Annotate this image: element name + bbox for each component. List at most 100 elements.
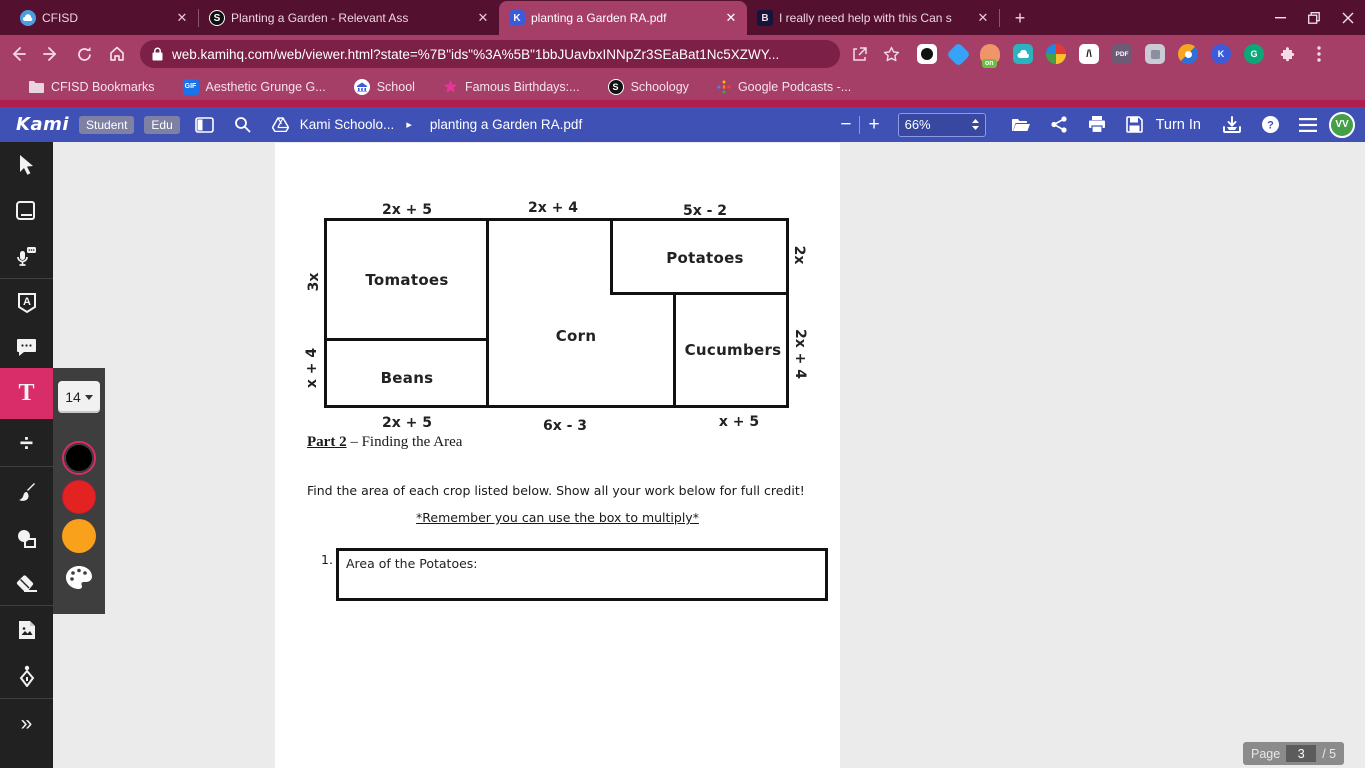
dim-bottom-right: x + 5: [718, 414, 760, 430]
back-button[interactable]: [3, 39, 33, 69]
crop-label-beans: Beans: [380, 369, 434, 387]
bookmark-aesthetic-grunge[interactable]: GIF Aesthetic Grunge G...: [182, 78, 326, 95]
new-tab-button[interactable]: +: [1006, 4, 1034, 32]
restore-button[interactable]: [1297, 0, 1331, 35]
diagram-line: [610, 292, 786, 295]
select-tool[interactable]: [0, 142, 53, 186]
reload-button[interactable]: [69, 39, 99, 69]
diagram-line: [610, 221, 613, 292]
equation-tool[interactable]: ÷: [0, 422, 53, 466]
kami-logo[interactable]: Kami: [16, 114, 69, 135]
dim-top-left: 2x + 5: [382, 202, 432, 218]
print-icon[interactable]: [1084, 112, 1110, 138]
extension-icon-on[interactable]: on: [980, 44, 1000, 68]
breadcrumb[interactable]: Kami Schoolo...: [300, 117, 395, 132]
tab-brainly[interactable]: B I really need help with this Can s ✕: [747, 1, 999, 35]
close-window-button[interactable]: [1331, 0, 1365, 35]
browser-menu-icon[interactable]: [1306, 41, 1332, 67]
sidebar-divider: [0, 278, 53, 279]
part2-label: Part 2: [307, 434, 347, 450]
page-total: / 5: [1322, 746, 1337, 761]
zoom-level-select[interactable]: 66%: [897, 112, 986, 137]
extension-icon-slash[interactable]: /\: [1079, 44, 1099, 64]
schoology-icon: S: [607, 78, 624, 95]
user-avatar[interactable]: VV: [1329, 111, 1355, 138]
bookmark-label: School: [376, 79, 415, 94]
tab-separator: [999, 9, 1000, 27]
tab-close-icon[interactable]: ✕: [174, 10, 190, 26]
question1-answer-box[interactable]: Area of the Potatoes:: [336, 548, 828, 601]
tab-cfisd[interactable]: CFISD ✕: [10, 1, 198, 35]
extension-icon-pdf[interactable]: PDF: [1112, 44, 1132, 64]
color-swatch-red[interactable]: [62, 480, 96, 514]
expand-tools-button[interactable]: »: [0, 702, 53, 746]
reminder-text: *Remember you can use the box to multipl…: [416, 510, 699, 525]
extension-icon-kami[interactable]: K: [1211, 44, 1231, 64]
zoom-in-button[interactable]: +: [860, 114, 887, 136]
open-file-icon[interactable]: [1008, 112, 1034, 138]
help-icon[interactable]: ?: [1257, 112, 1283, 138]
shapes-tool[interactable]: [0, 516, 53, 560]
tab-planting-garden-schoology[interactable]: S Planting a Garden - Relevant Ass ✕: [199, 1, 499, 35]
minimize-button[interactable]: [1263, 0, 1297, 35]
menu-icon[interactable]: [1295, 112, 1321, 138]
tab-garden-pdf-active[interactable]: K planting a Garden RA.pdf ✕: [499, 1, 747, 35]
turn-in-button[interactable]: Turn In: [1156, 117, 1201, 133]
page-number-input[interactable]: 3: [1286, 745, 1317, 762]
extension-icon-compass[interactable]: [1178, 44, 1198, 64]
share-icon[interactable]: [1046, 112, 1072, 138]
extension-icon-cloud[interactable]: [1013, 44, 1033, 64]
bookmark-famous-birthdays[interactable]: Famous Birthdays:...: [443, 79, 580, 94]
dim-bottom-left: 2x + 5: [382, 415, 432, 431]
bookmark-label: Aesthetic Grunge G...: [205, 79, 326, 94]
diagram-line: [327, 338, 486, 341]
eraser-tool[interactable]: [0, 562, 53, 606]
color-swatch-orange[interactable]: [62, 519, 96, 553]
tab-close-icon[interactable]: ✕: [723, 10, 739, 26]
bookmark-google-podcasts[interactable]: Google Podcasts -...: [717, 80, 851, 94]
text-to-speech-tool[interactable]: [0, 234, 53, 278]
tab-close-icon[interactable]: ✕: [975, 10, 991, 26]
extension-icon-mascot[interactable]: [917, 44, 937, 64]
chevron-down-icon: [84, 394, 93, 400]
browser-window: CFISD ✕ S Planting a Garden - Relevant A…: [0, 0, 1365, 768]
extension-icon-gray[interactable]: [1145, 44, 1165, 64]
dim-bottom-mid: 6x - 3: [542, 418, 588, 434]
bookmark-star-icon[interactable]: [878, 41, 904, 67]
cfisd-favicon-icon: [20, 10, 36, 26]
markup-tool[interactable]: A: [0, 281, 53, 325]
part2-heading: Part 2 – Finding the Area: [307, 434, 462, 451]
drawing-tool[interactable]: [0, 470, 53, 514]
open-in-new-icon[interactable]: [846, 41, 872, 67]
spinner-arrows-icon: [971, 119, 979, 130]
url-bar[interactable]: web.kamihq.com/web/viewer.html?state=%7B…: [140, 40, 840, 68]
color-swatch-black-selected[interactable]: [62, 441, 96, 475]
search-icon[interactable]: [230, 112, 256, 138]
sidebar-divider: [0, 605, 53, 606]
extension-icon-grammarly[interactable]: G: [1244, 44, 1264, 64]
forward-button[interactable]: [36, 39, 66, 69]
color-palette-icon[interactable]: [65, 565, 93, 591]
tab-title: CFISD: [42, 11, 78, 25]
font-size-select[interactable]: 14: [58, 381, 100, 413]
bookmark-cfisd-folder[interactable]: CFISD Bookmarks: [28, 80, 155, 94]
text-tool-active[interactable]: T: [0, 368, 53, 419]
dictionary-tool[interactable]: [0, 188, 53, 232]
save-icon[interactable]: [1122, 112, 1148, 138]
extensions-puzzle-icon[interactable]: [1274, 41, 1300, 67]
comment-tool[interactable]: [0, 325, 53, 369]
tab-close-icon[interactable]: ✕: [475, 10, 491, 26]
extension-icon-diamond[interactable]: [946, 41, 971, 67]
home-button[interactable]: [102, 39, 132, 69]
bookmark-schoology[interactable]: S Schoology: [607, 78, 689, 95]
url-text: web.kamihq.com/web/viewer.html?state=%7B…: [172, 46, 780, 62]
crop-label-potatoes: Potatoes: [666, 249, 744, 267]
signature-tool[interactable]: [0, 654, 53, 698]
insert-image-tool[interactable]: [0, 608, 53, 652]
download-icon[interactable]: [1219, 112, 1245, 138]
sidebar-toggle-icon[interactable]: [192, 112, 218, 138]
dim-right-bottom: 2x + 4: [792, 329, 808, 379]
bookmark-school[interactable]: School: [353, 78, 415, 95]
extension-icon-pinwheel[interactable]: [1046, 44, 1066, 64]
zoom-out-button[interactable]: −: [832, 114, 859, 136]
